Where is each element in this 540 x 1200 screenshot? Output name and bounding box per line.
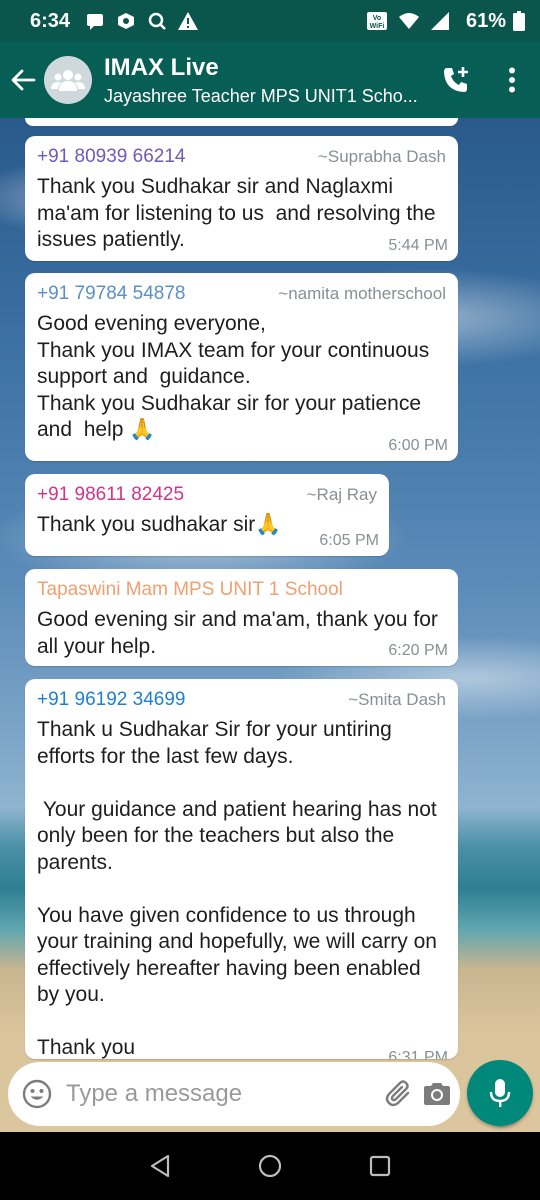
nav-back-button[interactable] xyxy=(105,1132,215,1200)
message-input[interactable] xyxy=(66,1080,376,1108)
sender-name[interactable]: +91 79784 54878 xyxy=(37,283,185,305)
group-icon xyxy=(51,70,85,91)
chat-area[interactable]: +91 80939 66214 ~Suprabha Dash Thank you… xyxy=(0,118,540,1132)
emoji-icon xyxy=(22,1079,52,1109)
camera-button[interactable] xyxy=(422,1072,452,1116)
message-bubble[interactable]: +91 79784 54878 ~namita motherschool Goo… xyxy=(25,273,458,461)
battery-percent: 61% xyxy=(465,9,506,32)
message-time: 5:44 PM xyxy=(388,237,448,254)
group-avatar[interactable] xyxy=(44,56,92,104)
message-time: 6:31 PM xyxy=(388,1049,448,1059)
sender-alias: ~Raj Ray xyxy=(306,485,377,504)
app-notification-icon xyxy=(115,10,137,32)
vowifi-icon: Vo WiFi xyxy=(365,10,389,32)
more-vert-icon xyxy=(509,67,515,93)
voice-message-button[interactable] xyxy=(467,1060,533,1126)
message-notification-icon xyxy=(84,10,106,32)
sender-alias: ~Suprabha Dash xyxy=(317,147,446,166)
chat-header: IMAX Live Jayashree Teacher MPS UNIT1 Sc… xyxy=(0,42,540,118)
message-bubble[interactable]: +91 96192 34699 ~Smita Dash Thank u Sudh… xyxy=(25,679,458,1059)
nav-home-icon xyxy=(258,1154,282,1178)
search-notification-icon xyxy=(146,10,168,32)
message-text: Thank u Sudhakar Sir for your untiring e… xyxy=(37,718,437,1059)
chat-title-area[interactable]: IMAX Live Jayashree Teacher MPS UNIT1 Sc… xyxy=(104,54,428,107)
sender-alias: ~namita motherschool xyxy=(278,284,446,303)
message-text: Good evening everyone, Thank you IMAX te… xyxy=(37,312,430,441)
more-options-button[interactable] xyxy=(484,42,540,118)
svg-text:WiFi: WiFi xyxy=(370,23,385,30)
back-button[interactable] xyxy=(2,42,44,118)
status-time: 6:34 xyxy=(30,9,71,32)
message-composer xyxy=(8,1062,460,1126)
warning-icon xyxy=(177,10,199,32)
camera-icon xyxy=(424,1083,450,1105)
message-bubble[interactable]: +91 80939 66214 ~Suprabha Dash Thank you… xyxy=(25,136,458,261)
nav-recents-icon xyxy=(369,1155,391,1177)
nav-recents-button[interactable] xyxy=(325,1132,435,1200)
status-bar: 6:34 Vo WiFi 61% xyxy=(0,0,540,42)
sender-name[interactable]: +91 96192 34699 xyxy=(37,689,185,711)
nav-home-button[interactable] xyxy=(215,1132,325,1200)
nav-back-icon xyxy=(150,1154,170,1178)
sender-name[interactable]: Tapaswini Mam MPS UNIT 1 School xyxy=(37,579,343,601)
attach-button[interactable] xyxy=(384,1072,414,1116)
message-time: 6:20 PM xyxy=(388,642,448,659)
battery-icon xyxy=(512,10,526,32)
message-bubble[interactable]: Tapaswini Mam MPS UNIT 1 School Good eve… xyxy=(25,569,458,666)
previous-message-bubble[interactable] xyxy=(25,118,458,126)
svg-text:Vo: Vo xyxy=(373,15,381,22)
back-arrow-icon xyxy=(11,69,36,91)
message-text: Thank you Sudhakar sir and Naglaxmi ma'a… xyxy=(37,175,442,251)
system-navigation-bar xyxy=(0,1132,540,1200)
chat-subtitle: Jayashree Teacher MPS UNIT1 Scho... xyxy=(104,85,418,106)
add-call-button[interactable] xyxy=(428,42,484,118)
chat-title: IMAX Live xyxy=(104,53,219,81)
message-time: 6:05 PM xyxy=(319,532,379,549)
sender-name[interactable]: +91 98611 82425 xyxy=(37,484,184,506)
wifi-icon xyxy=(398,10,420,32)
message-text: Good evening sir and ma'am, thank you fo… xyxy=(37,608,444,658)
paperclip-icon xyxy=(385,1080,410,1107)
status-right-group: Vo WiFi 61% xyxy=(365,10,526,33)
signal-icon xyxy=(429,10,451,32)
message-bubble[interactable]: +91 98611 82425 ~Raj Ray Thank you sudha… xyxy=(25,474,389,556)
sender-alias: ~Smita Dash xyxy=(348,690,446,709)
add-call-icon xyxy=(444,67,468,92)
message-time: 6:00 PM xyxy=(388,437,448,454)
emoji-button[interactable] xyxy=(22,1078,52,1110)
mic-icon xyxy=(489,1079,511,1107)
sender-name[interactable]: +91 80939 66214 xyxy=(37,146,185,168)
